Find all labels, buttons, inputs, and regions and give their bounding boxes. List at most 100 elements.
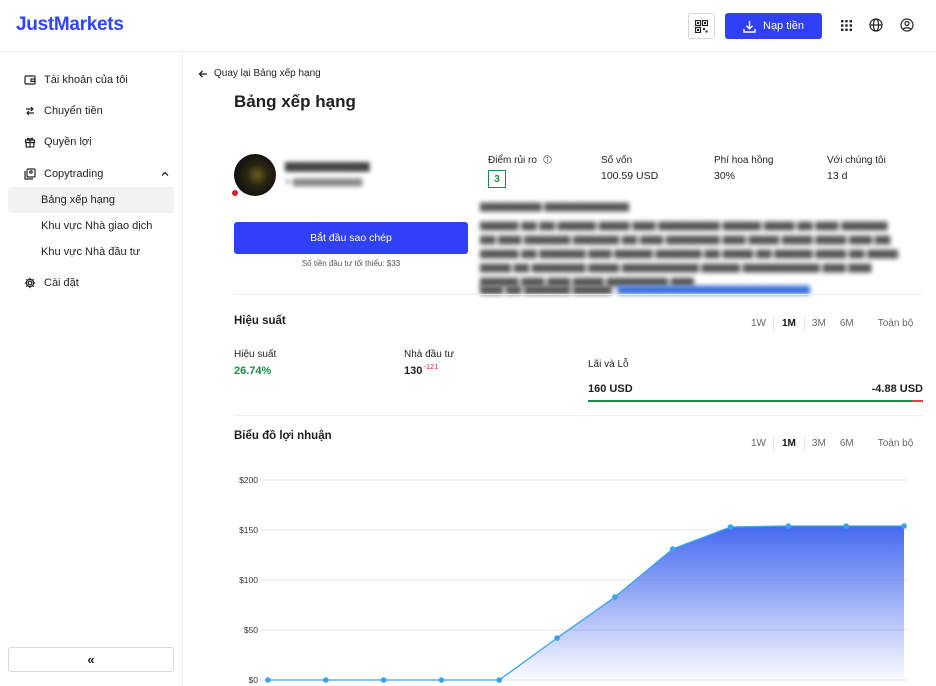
period-all[interactable]: Toàn bộ — [871, 438, 921, 449]
sidebar-subitem-label: Khu vực Nhà đầu tư — [41, 246, 141, 258]
y-tick-label: $200 — [239, 475, 258, 485]
return-label: Hiệu suất — [234, 349, 277, 360]
profit-data-point[interactable] — [323, 677, 329, 683]
collapse-sidebar-button[interactable]: « — [8, 647, 174, 672]
risk-score-badge: 3 — [488, 170, 506, 188]
qr-code-icon — [695, 19, 708, 33]
y-tick-label: $150 — [239, 525, 258, 535]
profile-button[interactable] — [899, 17, 915, 33]
return-value: 26.74% — [234, 365, 272, 377]
profit-data-point[interactable] — [265, 677, 271, 683]
qr-code-button[interactable] — [688, 13, 715, 39]
period-6m[interactable]: 6M — [833, 318, 861, 329]
copytrading-icon — [24, 168, 36, 180]
profit-data-point[interactable] — [612, 594, 618, 600]
period-1w[interactable]: 1W — [744, 438, 773, 449]
profit-data-point[interactable] — [843, 523, 849, 529]
sidebar-item-copytrading[interactable]: Copytrading — [8, 161, 174, 187]
profit-data-point[interactable] — [496, 677, 503, 683]
profit-data-point[interactable] — [727, 524, 734, 530]
sidebar-item-my-account[interactable]: Tài khoản của tôi — [8, 67, 174, 93]
top-bar: JustMarkets Nạp tiền — [0, 0, 936, 52]
deposit-button[interactable]: Nạp tiền — [725, 13, 822, 39]
arrow-left-icon — [198, 70, 207, 77]
capital-label: Số vốn — [601, 155, 633, 166]
period-3m[interactable]: 3M — [805, 318, 833, 329]
sidebar-item-label: Cài đặt — [44, 277, 79, 289]
investors-count: 130-121 — [404, 362, 439, 377]
loss-value: -4.88 USD — [871, 383, 923, 395]
sidebar-item-benefits[interactable]: Quyền lợi — [8, 129, 174, 155]
profit-data-point[interactable] — [669, 546, 676, 552]
sidebar-subitem-leaderboard[interactable]: Bảng xếp hạng — [8, 187, 174, 213]
logo[interactable]: JustMarkets — [16, 14, 124, 36]
sidebar-subitem-label: Bảng xếp hạng — [41, 194, 116, 206]
period-3m[interactable]: 3M — [805, 438, 833, 449]
download-icon — [743, 20, 756, 33]
sidebar-subitem-label: Khu vực Nhà giao dịch — [41, 220, 153, 232]
gear-icon — [24, 277, 36, 289]
performance-title: Hiệu suất — [234, 315, 286, 327]
language-button[interactable] — [868, 17, 884, 33]
strategy-description-heading-blurred: ▆▆▆▆▆▆▆▆ ▆▆▆▆▆▆▆▆▆▆▆ — [480, 201, 629, 212]
sidebar-subitem-investor-area[interactable]: Khu vực Nhà đầu tư — [8, 239, 174, 265]
divider — [234, 415, 923, 416]
profit-data-point[interactable] — [554, 635, 560, 641]
wallet-icon — [24, 74, 36, 86]
performance-period-selector: 1W 1M 3M 6M Toàn bộ — [744, 316, 920, 331]
sidebar-item-transfer[interactable]: Chuyển tiền — [8, 98, 174, 124]
min-investment-text: Số tiền đầu tư tối thiểu: $33 — [301, 259, 401, 268]
period-1m[interactable]: 1M — [773, 316, 805, 331]
sidebar-item-label: Copytrading — [44, 168, 104, 180]
page-title: Bảng xếp hạng — [234, 92, 356, 111]
investors-delta: -121 — [423, 362, 439, 371]
y-tick-label: $50 — [244, 625, 258, 635]
capital-value: 100.59 USD — [601, 170, 659, 182]
apps-grid-button[interactable] — [838, 17, 854, 33]
y-tick-label: $100 — [239, 575, 258, 585]
profit-data-point[interactable] — [380, 677, 387, 683]
back-to-leaderboard-link[interactable]: Quay lại Bảng xếp hạng — [198, 68, 321, 79]
divider — [234, 294, 923, 295]
commission-label: Phí hoa hồng — [714, 155, 774, 166]
period-6m[interactable]: 6M — [833, 438, 861, 449]
profit-area-fill — [268, 526, 904, 680]
back-link-label: Quay lại Bảng xếp hạng — [214, 68, 321, 79]
gift-icon — [24, 136, 36, 148]
sidebar-item-label: Chuyển tiền — [44, 105, 103, 117]
period-all[interactable]: Toàn bộ — [871, 318, 921, 329]
trader-name-blurred: ▆▆▆▆▆▆▆▆▆▆ — [285, 160, 370, 172]
deposit-label: Nạp tiền — [763, 20, 804, 32]
double-chevron-left-icon: « — [87, 652, 95, 667]
trader-subtitle-blurred: ● ▆▆▆▆▆▆▆▆▆▆ — [285, 176, 363, 186]
transfer-icon — [24, 105, 36, 117]
investors-label: Nhà đầu tư — [404, 349, 455, 360]
y-tick-label: $0 — [249, 675, 259, 685]
profit-data-point[interactable] — [901, 523, 907, 529]
risk-score-label: Điểm rủi ro — [488, 155, 552, 166]
start-copy-button[interactable]: Bắt đầu sao chép — [234, 222, 468, 254]
profit-chart-title: Biểu đồ lợi nhuận — [234, 430, 332, 442]
commission-value: 30% — [714, 170, 736, 182]
pnl-loss-bar — [912, 400, 923, 402]
flag-icon — [232, 190, 238, 196]
sidebar-subitem-trader-area[interactable]: Khu vực Nhà giao dịch — [8, 213, 174, 239]
info-icon[interactable] — [542, 155, 552, 164]
grid-icon — [840, 19, 852, 31]
strategy-description-blurred: ▆▆▆▆▆ ▆▆ ▆▆ ▆▆▆▆▆ ▆▆▆▆ ▆▆▆ ▆▆▆▆▆▆▆▆ ▆▆▆▆… — [480, 220, 898, 287]
period-1w[interactable]: 1W — [744, 318, 773, 329]
pnl-label: Lãi và Lỗ — [588, 359, 629, 370]
profit-data-point[interactable] — [785, 523, 792, 529]
stat-label-text: Điểm rủi ro — [488, 155, 537, 166]
sidebar-item-label: Quyền lợi — [44, 136, 92, 148]
chevron-up-icon — [161, 171, 169, 176]
period-1m[interactable]: 1M — [773, 436, 805, 451]
pnl-profit-bar — [588, 400, 923, 402]
sidebar-item-label: Tài khoản của tôi — [44, 74, 128, 86]
investors-value: 130 — [404, 365, 423, 377]
sidebar-item-settings[interactable]: Cài đặt — [8, 270, 174, 296]
profit-value: 160 USD — [588, 383, 633, 395]
profit-chart: $0 $50 $100 $150 $200 — [239, 475, 908, 685]
profit-data-point[interactable] — [438, 677, 445, 683]
sidebar: Tài khoản của tôi Chuyển tiền Quyền lợi … — [0, 52, 183, 686]
